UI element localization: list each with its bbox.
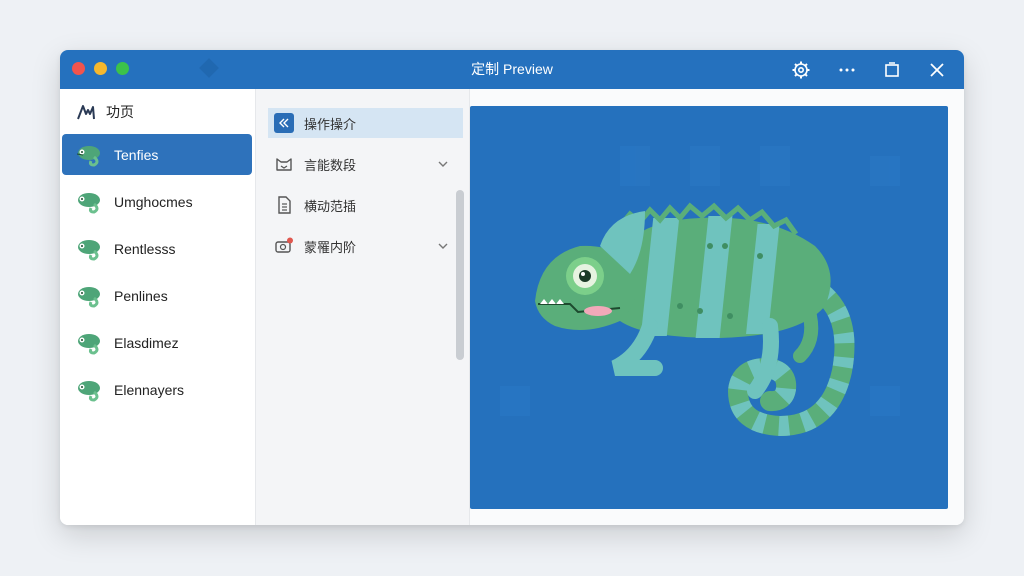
chevron-down-icon[interactable] — [437, 158, 449, 170]
sidebar-item-penlines[interactable]: Penlines — [62, 275, 252, 316]
sidebar-item-elasdimez[interactable]: Elasdimez — [62, 322, 252, 363]
ellipsis-icon — [839, 68, 855, 72]
menu-item-data[interactable]: 言能数段 — [268, 149, 463, 179]
collapse-left-icon[interactable] — [274, 113, 294, 133]
more-button[interactable] — [834, 57, 860, 83]
sidebar-item-rentlesss[interactable]: Rentlesss — [62, 228, 252, 269]
home-logo-icon — [77, 105, 95, 120]
sidebar-home-label: 功页 — [106, 104, 134, 120]
maximize-button[interactable] — [879, 57, 905, 83]
close-button[interactable] — [924, 57, 950, 83]
settings-button[interactable] — [788, 57, 814, 83]
sidebar-item-label: Rentlesss — [114, 240, 176, 257]
close-icon — [930, 63, 944, 77]
sidebar-home[interactable]: 功页 — [76, 99, 134, 125]
chameleon-illustration — [500, 146, 900, 437]
chameleon-icon — [78, 333, 100, 355]
menu-scrollbar-thumb[interactable] — [456, 190, 464, 360]
title-bar: 定制 Preview — [60, 50, 964, 89]
menu-panel: 操作操介 言能数段 横动范插 蒙罹内阶 — [256, 89, 470, 525]
sidebar-item-tenfies[interactable]: Tenfies — [62, 134, 252, 175]
gear-icon — [792, 61, 810, 79]
preview-image — [470, 106, 948, 509]
sidebar-item-label: Penlines — [114, 287, 168, 304]
menu-item-content[interactable]: 蒙罹内阶 — [268, 231, 463, 261]
document-icon — [278, 196, 291, 214]
sidebar-item-label: Tenfies — [114, 146, 159, 163]
menu-item-label: 操作操介 — [304, 116, 357, 132]
menu-item-overview[interactable]: 操作操介 — [268, 108, 463, 138]
chameleon-icon — [78, 286, 100, 308]
sidebar-item-label: Elennayers — [114, 381, 185, 398]
sidebar-item-label: Umghocmes — [114, 193, 193, 210]
menu-item-label: 言能数段 — [304, 157, 357, 173]
preview-area — [470, 89, 964, 525]
chameleon-icon — [76, 145, 100, 167]
camera-badge-icon — [275, 237, 293, 253]
cat-face-icon — [276, 158, 292, 171]
window-title: 定制 Preview — [471, 61, 553, 77]
menu-item-label: 蒙罹内阶 — [304, 239, 357, 255]
chevron-down-icon[interactable] — [437, 240, 449, 252]
menu-item-actions[interactable]: 横动范插 — [268, 190, 463, 220]
maximize-icon — [885, 62, 899, 77]
chameleon-icon — [78, 380, 100, 402]
sidebar-item-label: Elasdimez — [114, 334, 179, 351]
chameleon-icon — [78, 239, 100, 261]
sidebar: 功页 Tenfies Umghocmes Rentlesss Penlines … — [60, 89, 256, 525]
chameleon-icon — [78, 192, 100, 214]
sidebar-item-umghocmes[interactable]: Umghocmes — [62, 181, 252, 222]
menu-item-label: 横动范插 — [304, 198, 357, 214]
app-window: 定制 Preview 功页 Tenfies Umghocmes Rentless… — [60, 50, 964, 525]
sidebar-item-elennayers[interactable]: Elennayers — [62, 369, 252, 410]
